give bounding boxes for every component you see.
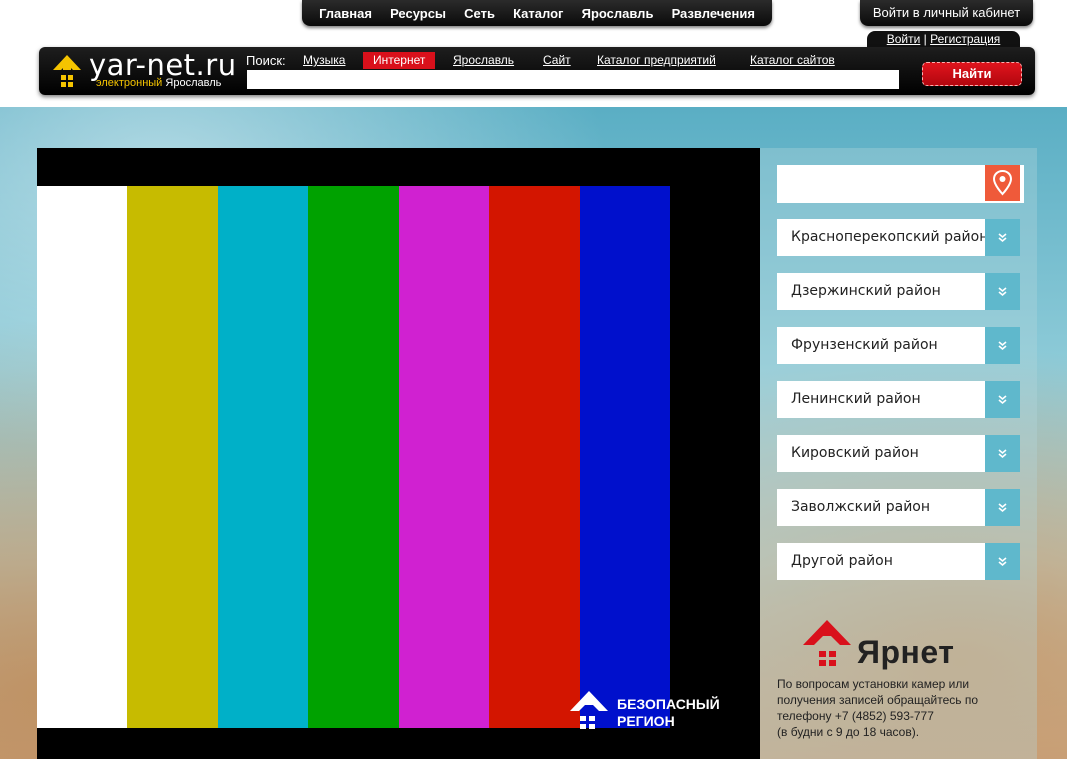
watermark-line-1: БЕЗОПАСНЫЙ <box>617 696 720 712</box>
district-krasnoperekopsky[interactable]: Красноперекопский район <box>777 219 1020 256</box>
color-bar <box>217 186 309 728</box>
login-link[interactable]: Войти <box>887 32 921 46</box>
safe-region-watermark: БЕЗОПАСНЫЙ РЕГИОН <box>617 696 720 730</box>
register-link[interactable]: Регистрация <box>930 32 1000 46</box>
chevron-down-icon <box>998 233 1007 243</box>
expand-button[interactable] <box>985 489 1020 526</box>
chevron-down-icon <box>998 341 1007 351</box>
color-bar <box>398 186 490 728</box>
district-other[interactable]: Другой район <box>777 543 1020 580</box>
chevron-down-icon <box>998 503 1007 513</box>
expand-button[interactable] <box>985 543 1020 580</box>
search-label: Поиск: <box>246 53 286 68</box>
watermark-line-2: РЕГИОН <box>617 713 675 729</box>
nav-home[interactable]: Главная <box>319 6 372 21</box>
top-navigation: Главная Ресурсы Сеть Каталог Ярославль Р… <box>302 0 772 26</box>
chevron-down-icon <box>998 395 1007 405</box>
color-bar <box>308 186 399 728</box>
nav-entertainment[interactable]: Развлечения <box>672 6 755 21</box>
auth-separator: | <box>923 32 927 46</box>
test-pattern-bars <box>37 186 670 728</box>
chevron-down-icon <box>998 287 1007 297</box>
camera-video-player[interactable]: БЕЗОПАСНЫЙ РЕГИОН <box>37 148 760 759</box>
color-bar <box>579 186 670 728</box>
yarnet-brand-name: Ярнет <box>857 634 955 670</box>
chevron-down-icon <box>998 449 1007 459</box>
expand-button[interactable] <box>985 327 1020 364</box>
search-scope-music[interactable]: Музыка <box>303 52 345 69</box>
district-kirovsky[interactable]: Кировский район <box>777 435 1020 472</box>
contact-info: По вопросам установки камер или получени… <box>777 676 1017 740</box>
district-dzerzhinsky[interactable]: Дзержинский район <box>777 273 1020 310</box>
district-label: Фрунзенский район <box>791 337 938 353</box>
color-bar <box>489 186 580 728</box>
house-logo-icon[interactable] <box>51 53 83 89</box>
search-input[interactable] <box>247 70 899 89</box>
district-leninsky[interactable]: Ленинский район <box>777 381 1020 418</box>
nav-resources[interactable]: Ресурсы <box>390 6 446 21</box>
map-pin-icon <box>992 169 1013 196</box>
nav-catalog[interactable]: Каталог <box>513 6 563 21</box>
district-label: Заволжский район <box>791 499 931 515</box>
district-label: Другой район <box>791 553 893 569</box>
contact-line: получения записей обращайтесь по <box>777 693 979 707</box>
nav-network[interactable]: Сеть <box>464 6 495 21</box>
search-scope-internet[interactable]: Интернет <box>363 52 436 69</box>
chevron-down-icon <box>998 557 1007 567</box>
tagline-highlight: электронный <box>96 77 163 89</box>
search-scope-site[interactable]: Сайт <box>543 52 571 69</box>
expand-button[interactable] <box>985 273 1020 310</box>
expand-button[interactable] <box>985 381 1020 418</box>
district-sidebar: Красноперекопский район Дзержинский райо… <box>760 148 1037 759</box>
expand-button[interactable] <box>985 219 1020 256</box>
personal-cabinet-button[interactable]: Войти в личный кабинет <box>860 0 1033 26</box>
expand-button[interactable] <box>985 435 1020 472</box>
district-label: Дзержинский район <box>791 283 941 299</box>
district-label: Ленинский район <box>791 391 921 407</box>
find-button[interactable]: Найти <box>922 62 1022 86</box>
search-scope-companies[interactable]: Каталог предприятий <box>597 52 716 69</box>
district-label: Кировский район <box>791 445 919 461</box>
district-zavolzhsky[interactable]: Заволжский район <box>777 489 1020 526</box>
search-bar: yar-net.ru электронный Ярославль Поиск: … <box>39 47 1035 95</box>
search-scope-yaroslavl[interactable]: Ярославль <box>453 52 514 69</box>
contact-line: (в будни с 9 до 18 часов). <box>777 725 920 739</box>
contact-line: По вопросам установки камер или <box>777 677 970 691</box>
search-scope-sites[interactable]: Каталог сайтов <box>750 52 835 69</box>
contact-line: телефону +7 (4852) 593-777 <box>777 709 934 723</box>
nav-yaroslavl[interactable]: Ярославль <box>582 6 654 21</box>
district-frunzensky[interactable]: Фрунзенский район <box>777 327 1020 364</box>
color-bar <box>127 186 218 728</box>
district-label: Красноперекопский район <box>791 229 989 245</box>
tagline-city: Ярославль <box>165 77 222 89</box>
color-bar <box>37 186 128 728</box>
map-pin-button[interactable] <box>985 165 1020 201</box>
site-tagline: электронный Ярославль <box>96 77 221 89</box>
